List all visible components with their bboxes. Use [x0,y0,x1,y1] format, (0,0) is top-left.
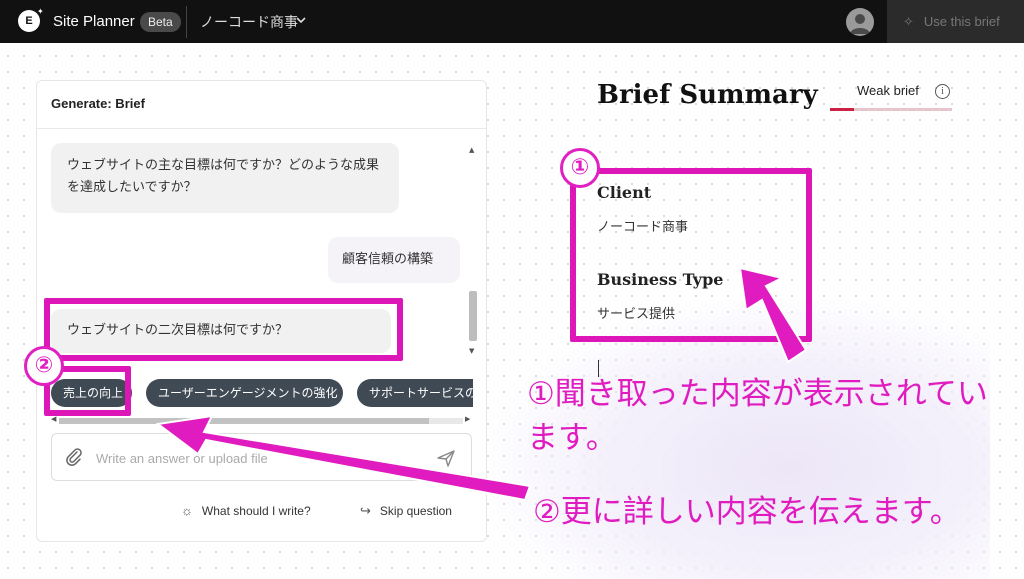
user-message: 顧客信頼の構築 [328,237,460,283]
annotation-note-1: ①聞き取った内容が表示されています。 [527,376,988,456]
sparkle-icon: ✦ [37,7,44,16]
project-selector[interactable]: ノーコード商事 [200,12,298,32]
divider [37,128,486,129]
annotation-marker-2: ② [24,346,64,386]
assistant-message: ウェブサイトの主な目標は何ですか？どのような成果を達成したいですか？ [51,143,399,213]
divider [186,6,187,38]
logo-letter: E [25,15,33,27]
send-icon[interactable] [436,448,456,468]
chat-scrollbar[interactable]: ▲ ▼ [469,146,477,356]
skip-arrow-icon: ↪ [360,503,371,518]
scroll-up-icon[interactable]: ▲ [469,146,474,154]
sparkle-icon: ✧ [903,13,914,29]
what-should-i-write-button[interactable]: ☼ What should I write? [181,503,311,518]
use-this-brief-button[interactable]: ✧ Use this brief [887,0,1024,43]
brief-strength-fill [830,108,855,111]
annotation-note-2: ②更に詳しい内容を伝えます。 [533,494,961,530]
beta-badge: Beta [140,12,181,32]
scrollbar-thumb[interactable] [59,418,429,424]
scroll-down-icon[interactable]: ▼ [469,347,474,355]
paperclip-icon[interactable] [64,447,84,467]
scroll-right-icon[interactable]: ▶ [465,415,470,423]
brief-strength-bar [830,108,952,111]
annotation-marker-1: ① [560,148,600,188]
annotation-box-question [44,298,403,361]
chevron-down-icon[interactable] [295,14,307,26]
lightbulb-icon: ☼ [181,503,193,518]
suggestion-chip[interactable]: ユーザーエンゲージメントの強化 [146,379,343,407]
top-bar: E ✦ Site Planner Beta ノーコード商事 ✧ Use this… [0,0,1024,43]
suggestion-chip[interactable]: サポートサービスの [357,379,473,407]
skip-label: Skip question [379,504,452,518]
brief-summary-title: Brief Summary [597,80,818,110]
use-this-brief-label: Use this brief [923,14,1000,29]
skip-question-button[interactable]: ↪ Skip question [360,503,452,519]
info-icon[interactable]: i [935,84,950,99]
brief-strength-label: Weak brief [857,83,919,98]
help-label: What should I write? [201,503,311,518]
panel-title: Generate: Brief [51,96,145,111]
annotation-box-brief [570,168,812,342]
answer-input-box [51,433,472,481]
suggestions-scrollbar[interactable]: ◀ ▶ [51,415,471,425]
app-name: Site Planner [53,13,135,30]
scroll-left-icon[interactable]: ◀ [51,415,56,423]
scrollbar-thumb[interactable] [469,291,477,341]
answer-input[interactable] [96,446,426,470]
user-avatar-icon[interactable] [846,8,874,36]
